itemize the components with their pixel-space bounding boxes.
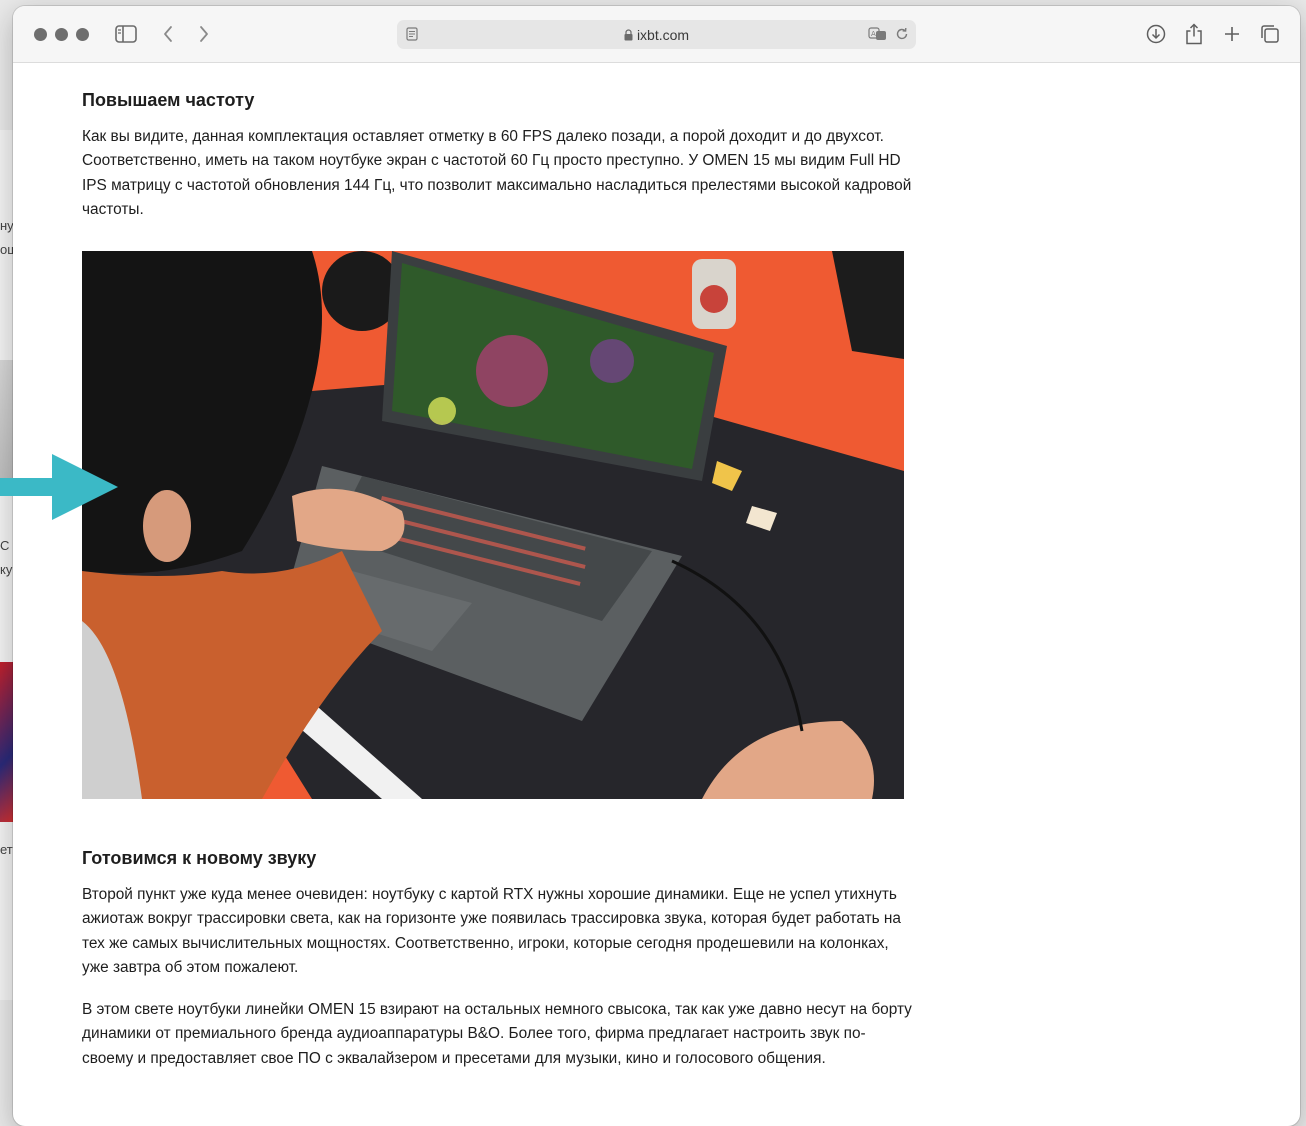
bg-thumbnail	[0, 662, 14, 822]
browser-window: ixbt.com A Повышаем частоту Как вы видит…	[13, 6, 1300, 1126]
share-icon[interactable]	[1181, 21, 1207, 47]
address-bar[interactable]: ixbt.com A	[397, 20, 916, 49]
reload-icon[interactable]	[889, 21, 915, 47]
bg-text-fragment: ет	[0, 842, 13, 857]
laptop-gaming-photo	[82, 251, 904, 799]
section-heading: Повышаем частоту	[82, 90, 255, 110]
bg-text-fragment: ну	[0, 218, 14, 233]
bg-text-fragment: ку	[0, 562, 13, 577]
svg-text:A: A	[871, 30, 876, 38]
pointer-arrow-icon	[0, 454, 118, 520]
sidebar-toggle-icon[interactable]	[113, 21, 139, 47]
minimize-window-button[interactable]	[55, 28, 68, 41]
article-photo	[82, 251, 904, 799]
url-text: ixbt.com	[636, 27, 690, 43]
zoom-window-button[interactable]	[76, 28, 89, 41]
article-paragraph: Как вы видите, данная комплектация остав…	[82, 128, 912, 219]
browser-toolbar: ixbt.com A	[13, 6, 1300, 63]
bg-text-fragment: С	[0, 538, 10, 553]
section-heading: Готовимся к новому звуку	[82, 848, 317, 868]
new-tab-icon[interactable]	[1219, 21, 1245, 47]
downloads-icon[interactable]	[1143, 21, 1169, 47]
tab-overview-icon[interactable]	[1257, 21, 1283, 47]
forward-icon[interactable]	[191, 21, 217, 47]
article-paragraph: В этом свете ноутбуки линейки OMEN 15 вз…	[82, 1001, 912, 1067]
url-display: ixbt.com	[397, 27, 916, 43]
article-paragraph: Второй пункт уже куда менее очевиден: но…	[82, 886, 901, 977]
translate-icon[interactable]: A	[865, 21, 891, 47]
lock-icon	[624, 29, 633, 41]
close-window-button[interactable]	[34, 28, 47, 41]
back-icon[interactable]	[155, 21, 181, 47]
